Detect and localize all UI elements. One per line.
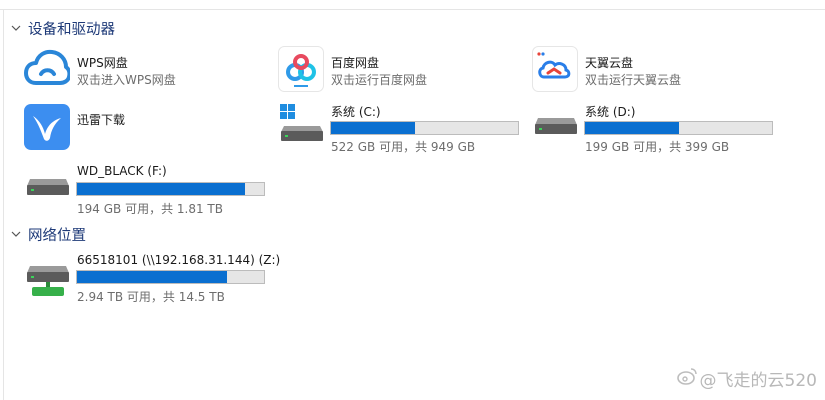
network-drive-icon [26, 264, 70, 304]
weibo-logo-icon [676, 367, 697, 390]
item-name: 迅雷下载 [77, 113, 126, 127]
item-name: 百度网盘 [331, 56, 380, 70]
item-capacity: 199 GB 可用，共 399 GB [585, 140, 730, 154]
top-divider [0, 9, 825, 10]
drive-item-z[interactable]: 66518101 (\\192.168.31.144) (Z:) 2.94 TB… [26, 252, 286, 304]
drive-item-baidu[interactable]: 百度网盘 双击运行百度网盘 [278, 46, 508, 98]
group-header-network[interactable]: 网络位置 [10, 223, 86, 245]
item-description: 双击运行天翼云盘 [585, 73, 682, 87]
drive-item-f[interactable]: WD_BLACK (F:) 194 GB 可用，共 1.81 TB [26, 163, 276, 216]
item-capacity: 522 GB 可用，共 949 GB [331, 140, 476, 154]
drive-item-wps[interactable]: WPS网盘 双击进入WPS网盘 [24, 46, 254, 98]
usage-bar [76, 182, 265, 196]
item-name: WD_BLACK (F:) [77, 164, 167, 178]
hard-drive-icon [26, 177, 70, 207]
item-capacity: 194 GB 可用，共 1.81 TB [77, 202, 223, 216]
item-name: 系统 (D:) [585, 105, 636, 119]
usage-bar-fill [77, 271, 227, 283]
usage-bar [584, 121, 773, 135]
drive-item-xunlei[interactable]: 迅雷下载 [24, 104, 254, 156]
drive-item-tianyi[interactable]: 天翼云盘 双击运行天翼云盘 [532, 46, 762, 98]
group-title-network: 网络位置 [28, 227, 86, 244]
group-title-devices: 设备和驱动器 [28, 21, 115, 38]
usage-bar-fill [77, 183, 246, 195]
wps-cloud-icon [24, 46, 72, 96]
chevron-down-icon [10, 228, 22, 240]
usage-bar [76, 270, 265, 284]
chevron-down-icon [10, 22, 22, 34]
watermark-text: @飞走的云520 [699, 371, 817, 391]
watermark: @飞走的云520 [676, 366, 817, 391]
baidu-netdisk-icon [278, 46, 324, 96]
item-name: 66518101 (\\192.168.31.144) (Z:) [77, 253, 281, 267]
group-header-devices[interactable]: 设备和驱动器 [10, 17, 115, 39]
hard-drive-icon [534, 116, 578, 146]
item-name: WPS网盘 [77, 56, 128, 70]
drive-item-c[interactable]: 系统 (C:) 522 GB 可用，共 949 GB [280, 102, 530, 154]
tianyi-cloud-icon [532, 46, 578, 96]
xunlei-bird-icon [24, 104, 70, 154]
usage-bar-fill [331, 122, 416, 134]
item-name: 天翼云盘 [585, 56, 634, 70]
drive-item-d[interactable]: 系统 (D:) 199 GB 可用，共 399 GB [534, 102, 784, 154]
item-description: 双击进入WPS网盘 [77, 73, 176, 87]
left-divider [3, 9, 4, 400]
usage-bar-fill [585, 122, 679, 134]
system-drive-icon [280, 104, 324, 146]
item-capacity: 2.94 TB 可用，共 14.5 TB [77, 290, 225, 304]
item-name: 系统 (C:) [331, 105, 381, 119]
item-description: 双击运行百度网盘 [331, 73, 428, 87]
usage-bar [330, 121, 519, 135]
